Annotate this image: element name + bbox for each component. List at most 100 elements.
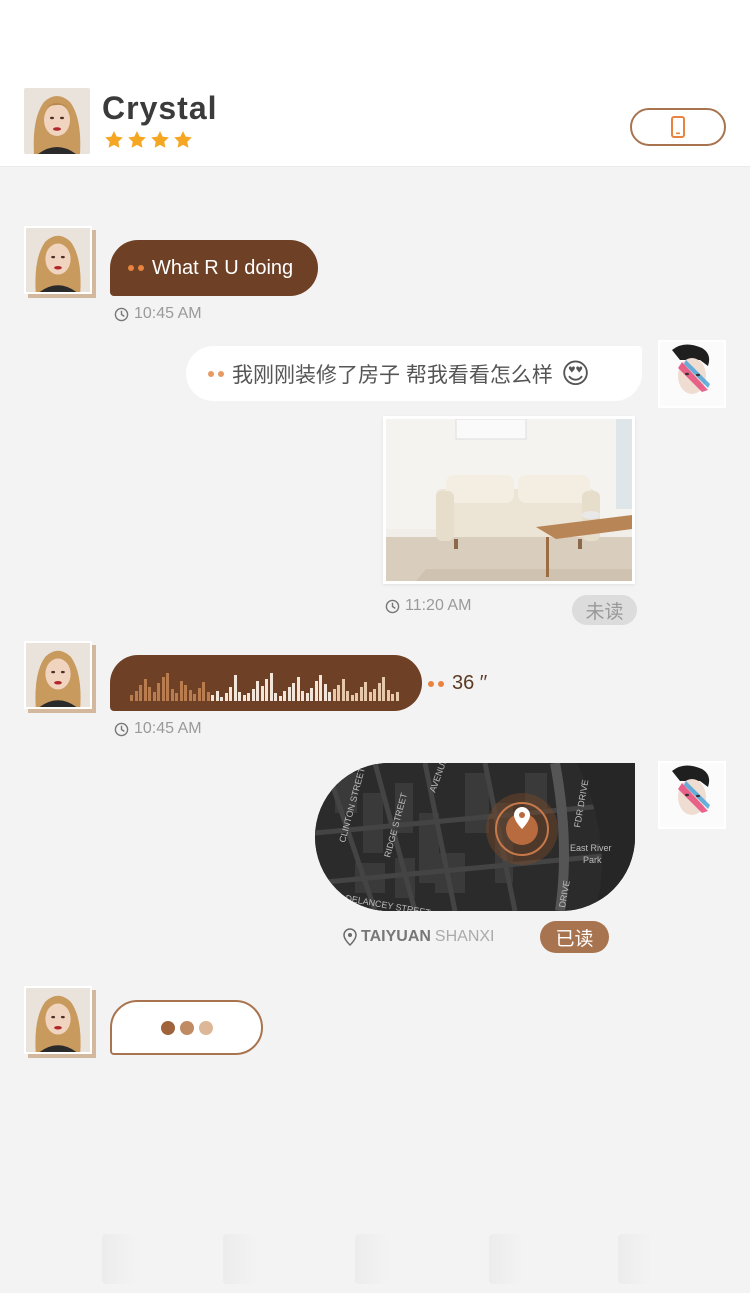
- star-icon: [128, 131, 146, 148]
- waveform-bar: [269, 673, 273, 701]
- message-text: What R U doing: [152, 256, 294, 279]
- message-bubble[interactable]: What R U doing: [110, 240, 318, 296]
- star-icon: [105, 131, 123, 148]
- waveform-bar: [274, 693, 277, 701]
- waveform-bar: [359, 687, 363, 701]
- bubble-dots: [428, 680, 444, 687]
- waveform-bar: [310, 688, 313, 701]
- user-avatar[interactable]: [658, 340, 726, 408]
- star-icon: [151, 131, 169, 148]
- waveform-bar: [224, 693, 228, 701]
- waveform-bar: [238, 692, 241, 701]
- tab-bar-item[interactable]: [223, 1234, 257, 1284]
- location-map[interactable]: CLINTON STREET RIDGE STREET AVENUE FDR D…: [315, 763, 635, 911]
- waveform-bar: [193, 694, 196, 701]
- waveform-bar: [341, 679, 345, 701]
- unread-status-badge: 未读: [572, 595, 637, 625]
- read-status-badge: 已读: [540, 921, 609, 953]
- waveform-bar: [386, 690, 390, 701]
- message-bubble[interactable]: 我刚刚装修了房子 帮我看看怎么样 😍: [186, 346, 642, 401]
- star-icon: [174, 131, 192, 148]
- waveform-bar: [161, 677, 165, 701]
- message-text: 我刚刚装修了房子 帮我看看怎么样: [232, 363, 553, 387]
- waveform-bar: [215, 691, 219, 701]
- location-caption: TAIYUAN SHANXI: [343, 928, 495, 946]
- waveform-bar: [364, 682, 367, 701]
- waveform-bar: [328, 692, 331, 701]
- rating-stars: [104, 130, 193, 150]
- waveform-bar: [242, 695, 246, 701]
- waveform-bar: [134, 691, 138, 701]
- waveform-bar: [166, 673, 169, 701]
- contact-avatar[interactable]: [24, 641, 92, 709]
- waveform-bar: [179, 681, 183, 701]
- image-message[interactable]: [383, 416, 635, 584]
- waveform-bar: [283, 691, 286, 701]
- waveform-bar: [152, 692, 156, 701]
- waveform-bar: [292, 683, 295, 701]
- waveform-bar: [148, 687, 151, 701]
- waveform-bar: [296, 677, 300, 701]
- contact-name: Crystal: [102, 90, 218, 126]
- living-room-photo: [386, 419, 632, 581]
- waveform-bar: [170, 689, 174, 701]
- contact-avatar[interactable]: [24, 226, 92, 294]
- waveform-bar: [206, 692, 210, 701]
- call-button[interactable]: [630, 108, 726, 146]
- bubble-dots: [208, 370, 224, 377]
- waveform-bar: [175, 693, 178, 701]
- waveform-bar: [157, 683, 160, 701]
- city-text: TAIYUAN: [361, 928, 431, 945]
- waveform-bar: [251, 689, 255, 701]
- waveform-bar: [229, 687, 232, 701]
- voice-duration: 36 ′′: [428, 672, 487, 695]
- province-text: SHANXI: [434, 928, 495, 945]
- waveform-bar: [346, 691, 349, 701]
- waveform-bar: [301, 691, 304, 701]
- tab-bar-item[interactable]: [355, 1234, 389, 1284]
- waveform-bar: [391, 694, 394, 701]
- waveform-bar: [377, 683, 381, 701]
- map-label: East River: [570, 843, 612, 853]
- tab-bar-item[interactable]: [102, 1234, 136, 1284]
- chat-header: Crystal: [0, 0, 750, 166]
- voice-message-bubble[interactable]: [110, 655, 422, 711]
- location-pin-icon: [343, 928, 357, 946]
- message-time: 11:20 AM: [385, 597, 471, 615]
- contact-avatar[interactable]: [24, 986, 92, 1054]
- waveform-bar: [188, 690, 192, 701]
- user-avatar[interactable]: [658, 761, 726, 829]
- typing-dot: [160, 1020, 175, 1035]
- waveform-bar: [332, 689, 336, 701]
- typing-dot: [179, 1020, 194, 1035]
- waveform-bar: [143, 679, 147, 701]
- message-time: 10:45 AM: [114, 720, 202, 738]
- waveform-bar: [278, 696, 282, 701]
- waveform-bar: [233, 675, 237, 701]
- waveform-bar: [337, 685, 340, 701]
- tab-bar-item[interactable]: [618, 1234, 652, 1284]
- waveform-bar: [184, 685, 187, 701]
- waveform-bar: [202, 682, 205, 701]
- waveform-bar: [382, 677, 385, 701]
- typing-indicator: [110, 1000, 263, 1055]
- waveform-bar: [323, 684, 327, 701]
- waveform-bar: [247, 693, 250, 701]
- contact-avatar[interactable]: [24, 88, 90, 154]
- tab-bar-item[interactable]: [489, 1234, 523, 1284]
- waveform-bar: [197, 688, 201, 701]
- waveform-bar: [211, 695, 214, 701]
- map-label: Park: [583, 855, 602, 865]
- phone-icon: [671, 116, 685, 138]
- waveform-bar: [130, 695, 133, 701]
- time-text: 10:45 AM: [134, 720, 202, 737]
- waveform-bar: [220, 697, 223, 701]
- waveform-bar: [314, 681, 318, 701]
- waveform-bar: [368, 692, 372, 701]
- time-text: 10:45 AM: [134, 305, 202, 322]
- heart-eyes-emoji-icon: 😍: [560, 358, 591, 389]
- waveform-bar: [350, 695, 354, 701]
- waveform-bar: [265, 679, 268, 701]
- waveform-bar: [260, 686, 264, 701]
- waveform-bar: [373, 689, 376, 701]
